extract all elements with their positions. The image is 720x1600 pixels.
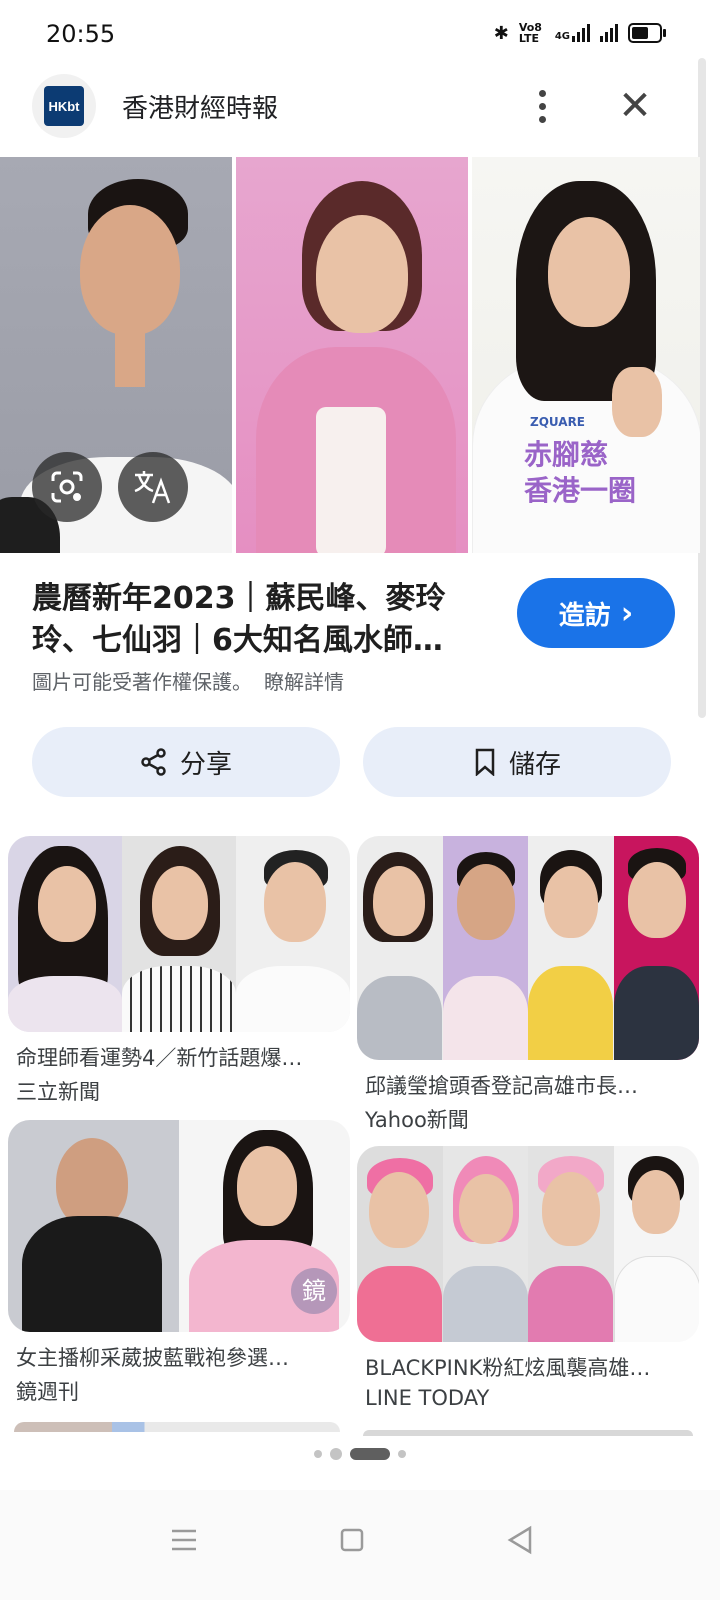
related-card-peek[interactable] xyxy=(14,1422,340,1432)
hero-image-strip[interactable]: ZQUARE 赤腳慈 香港一圈 xyxy=(0,157,700,553)
status-bar: 20:55 ✱ Vo8 LTE 4G xyxy=(0,0,720,70)
related-title[interactable]: 女主播柳采葳披藍戰袍參選… xyxy=(8,1342,346,1372)
related-title[interactable]: 命理師看運勢4／新竹話題爆… xyxy=(8,1042,346,1072)
page-dot xyxy=(314,1450,322,1458)
related-source: LINE TODAY xyxy=(365,1386,490,1410)
google-lens-icon[interactable] xyxy=(32,452,102,522)
watermark-logo: 鏡 xyxy=(291,1268,337,1314)
related-card[interactable]: 邱議瑩搶頭香登記高雄市長… Yahoo新聞 xyxy=(357,836,699,1134)
share-label: 分享 xyxy=(179,749,232,780)
related-source: Yahoo新聞 xyxy=(365,1108,469,1132)
visit-label: 造訪 xyxy=(558,600,611,631)
related-title[interactable]: BLACKPINK粉紅炫風襲高雄… xyxy=(357,1352,695,1382)
source-name[interactable]: 香港財經時報 xyxy=(122,88,278,125)
recents-icon[interactable] xyxy=(154,1510,214,1570)
thumb-segment xyxy=(613,1146,699,1342)
related-card-peek[interactable] xyxy=(363,1430,693,1436)
battery-icon xyxy=(628,23,666,43)
status-icons: ✱ Vo8 LTE 4G xyxy=(493,21,666,45)
translate-icon[interactable] xyxy=(118,452,188,522)
face-shape xyxy=(316,215,408,333)
copyright-notice: 圖片可能受著作權保護。 瞭解詳情 xyxy=(32,666,344,695)
signal-icon xyxy=(600,24,618,42)
related-thumbnail[interactable]: 鏡 xyxy=(8,1120,350,1332)
thumb-segment xyxy=(122,836,236,1032)
related-card[interactable]: 命理師看運勢4／新竹話題爆… 三立新聞 xyxy=(8,836,350,1106)
image-title: 農曆新年2023｜蘇民峰、麥玲玲、七仙羽｜6大知名風水師… xyxy=(32,581,446,658)
thumb-segment: 鏡 xyxy=(179,1120,350,1332)
page-dot-active xyxy=(350,1448,390,1460)
thumb-segment xyxy=(442,836,528,1060)
volte-icon: Vo8 LTE xyxy=(518,21,542,45)
related-thumbnail[interactable] xyxy=(357,1146,699,1342)
copyright-text: 圖片可能受著作權保護。 xyxy=(32,670,252,694)
thumb-segment xyxy=(357,836,443,1060)
thumb-segment xyxy=(442,1146,528,1342)
blouse-shape xyxy=(316,407,386,553)
bookmark-icon xyxy=(475,748,495,776)
save-button[interactable]: 儲存 xyxy=(363,727,671,797)
page-dot xyxy=(330,1448,342,1460)
share-button[interactable]: 分享 xyxy=(32,727,340,797)
page-dot xyxy=(398,1450,406,1458)
close-icon[interactable]: ✕ xyxy=(612,84,658,130)
back-icon[interactable] xyxy=(490,1510,550,1570)
thumb-segment xyxy=(528,836,614,1060)
chevron-right-icon: › xyxy=(620,595,634,631)
related-source: 三立新聞 xyxy=(16,1080,100,1104)
hero-photo-3: ZQUARE 赤腳慈 香港一圈 xyxy=(472,157,700,553)
face-shape xyxy=(80,205,180,335)
related-thumbnail[interactable] xyxy=(357,836,699,1060)
more-vert-icon[interactable] xyxy=(522,84,562,128)
face-shape xyxy=(548,217,630,327)
bluetooth-icon: ✱ xyxy=(493,22,509,44)
hand-heart-shape xyxy=(612,367,662,437)
visit-button[interactable]: 造訪 › xyxy=(517,578,675,648)
related-card[interactable]: 鏡 女主播柳采葳披藍戰袍參選… 鏡週刊 xyxy=(8,1120,350,1406)
system-nav-bar xyxy=(0,1490,720,1600)
thumb-segment xyxy=(528,1146,614,1342)
learn-more-link[interactable]: 瞭解詳情 xyxy=(264,670,344,694)
related-card[interactable]: BLACKPINK粉紅炫風襲高雄… LINE TODAY xyxy=(357,1146,699,1410)
related-thumbnail[interactable] xyxy=(8,836,350,1032)
source-logo[interactable]: HKbt xyxy=(32,74,96,138)
thumb-segment xyxy=(8,836,122,1032)
thumb-segment xyxy=(613,836,699,1060)
thumb-segment xyxy=(8,1120,179,1332)
related-source: 鏡週刊 xyxy=(16,1380,79,1404)
thumb-segment xyxy=(236,836,350,1032)
shirt-brand: ZQUARE xyxy=(530,415,586,429)
thumb-segment xyxy=(357,1146,443,1342)
shirt-text: 赤腳慈 香港一圈 xyxy=(524,438,637,507)
source-logo-text: HKbt xyxy=(44,86,84,126)
hero-photo-2 xyxy=(236,157,468,553)
neck-shape xyxy=(115,327,145,387)
4g-signal-icon: 4G xyxy=(555,24,590,42)
status-time: 20:55 xyxy=(46,20,116,48)
viewer-header: HKbt 香港財經時報 ✕ xyxy=(0,70,720,156)
home-icon[interactable] xyxy=(322,1510,382,1570)
save-label: 儲存 xyxy=(508,749,561,780)
share-icon xyxy=(141,748,166,776)
page-indicator xyxy=(0,1448,720,1460)
related-title[interactable]: 邱議瑩搶頭香登記高雄市長… xyxy=(357,1070,695,1100)
